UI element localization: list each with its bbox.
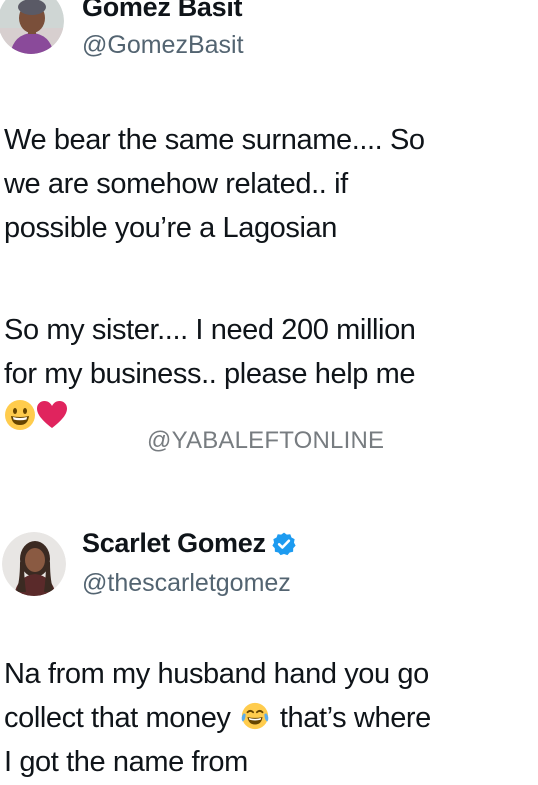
text-segment: that’s where (279, 702, 431, 734)
text-line: we are somehow related.. if (4, 168, 348, 200)
user-handle[interactable]: @GomezBasit (82, 31, 244, 60)
tweet-gomez-basit: Gomez Basit @GomezBasit We bear the same… (0, 0, 538, 454)
tears-of-joy-emoji (240, 700, 270, 730)
text-segment: collect that money (4, 702, 231, 734)
tweet-text-paragraph: We bear the same surname.... So we are s… (4, 118, 534, 250)
text-line: for my business.. please help me (4, 358, 416, 390)
tweet-text-paragraph: Na from my husband hand you go collect t… (4, 652, 534, 784)
avatar[interactable] (2, 532, 66, 596)
tweet-scarlet-gomez: Scarlet Gomez @thescarletgomez Na from m… (0, 522, 538, 778)
text-line: Na from my husband hand you go (4, 658, 429, 690)
emoji-row (4, 397, 68, 433)
text-line: I got the name from (4, 746, 248, 778)
text-line: We bear the same surname.... So (4, 124, 425, 156)
tweet-header: Scarlet Gomez @thescarletgomez (0, 522, 538, 597)
verified-badge-icon (271, 531, 297, 557)
display-name[interactable]: Gomez Basit (82, 0, 243, 23)
text-line: collect that money that’s where (4, 696, 534, 740)
avatar[interactable] (0, 0, 64, 54)
watermark: @YABALEFTONLINE (147, 427, 385, 454)
name-row: Scarlet Gomez (82, 528, 297, 559)
display-name[interactable]: Scarlet Gomez (82, 528, 266, 559)
tweet-text-paragraph: So my sister.... I need 200 million for … (4, 308, 534, 396)
tweet-header: Gomez Basit @GomezBasit (0, 0, 538, 59)
text-line: So my sister.... I need 200 million (4, 314, 416, 346)
user-handle[interactable]: @thescarletgomez (82, 569, 291, 598)
red-heart-emoji (36, 399, 68, 431)
text-line: possible you’re a Lagosian (4, 212, 337, 244)
name-row: Gomez Basit (82, 0, 243, 23)
grinning-face-emoji (4, 399, 36, 431)
